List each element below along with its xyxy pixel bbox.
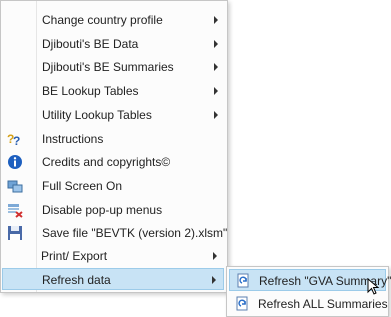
menu-item-djibouti-be-summaries[interactable]: Djibouti's BE Summaries (1, 56, 227, 78)
menu-item-label: Refresh data (42, 273, 111, 287)
menu-item-label: Print/ Export (41, 249, 108, 263)
refresh-icon (235, 296, 251, 312)
menu-item-print-export[interactable]: Print/ Export (0, 245, 226, 267)
menu-item-label: Utility Lookup Tables (42, 108, 152, 122)
menu-item-utility-lookup-tables[interactable]: Utility Lookup Tables (1, 104, 227, 126)
menu-item-credits[interactable]: Credits and copyrights© (1, 151, 227, 173)
menu-item-label: Save file "BEVTK (version 2).xlsm" (42, 226, 228, 240)
submenu-item-refresh-all-summaries[interactable]: Refresh ALL Summaries (229, 293, 388, 315)
submenu-arrow-icon (214, 111, 218, 119)
menu-item-label: BE Lookup Tables (42, 84, 139, 98)
menu-item-instructions[interactable]: ? ? Instructions (1, 128, 227, 150)
menu-item-djibouti-be-data[interactable]: Djibouti's BE Data (1, 33, 227, 55)
menu-item-save-file[interactable]: Save file "BEVTK (version 2).xlsm" (1, 222, 227, 244)
refresh-submenu: Refresh "GVA Summary" Refresh ALL Summar… (226, 266, 391, 317)
refresh-icon (236, 273, 252, 289)
submenu-arrow-icon (212, 276, 216, 284)
menu-item-label: Full Screen On (42, 179, 123, 193)
submenu-arrow-icon (213, 252, 217, 260)
disable-popup-icon (7, 202, 23, 218)
menu-item-disable-popup[interactable]: Disable pop-up menus (1, 199, 227, 221)
fullscreen-icon (7, 178, 23, 194)
submenu-arrow-icon (214, 16, 218, 24)
submenu-item-label: Refresh ALL Summaries (258, 297, 388, 311)
svg-text:?: ? (13, 134, 20, 147)
info-icon (7, 154, 23, 170)
submenu-arrow-icon (214, 40, 218, 48)
submenu-arrow-icon (214, 63, 218, 71)
menu-item-label: Instructions (42, 132, 104, 146)
submenu-item-refresh-gva-summary[interactable]: Refresh "GVA Summary" (229, 269, 391, 291)
menu-item-label: Djibouti's BE Data (42, 37, 139, 51)
help-icon: ? ? (7, 131, 23, 148)
mouse-cursor-icon (367, 278, 380, 295)
submenu-arrow-icon (214, 87, 218, 95)
menu-item-full-screen[interactable]: Full Screen On (1, 175, 227, 197)
menu-item-label: Disable pop-up menus (42, 203, 163, 217)
menu-item-label: Change country profile (42, 13, 163, 27)
menu-item-label: Credits and copyrights© (42, 155, 171, 169)
menu-item-change-country-profile[interactable]: Change country profile (1, 9, 227, 31)
menu-item-refresh-data[interactable]: Refresh data (2, 268, 224, 290)
menu-item-be-lookup-tables[interactable]: BE Lookup Tables (1, 80, 227, 102)
save-icon (7, 225, 23, 241)
menu-item-label: Djibouti's BE Summaries (42, 60, 174, 74)
